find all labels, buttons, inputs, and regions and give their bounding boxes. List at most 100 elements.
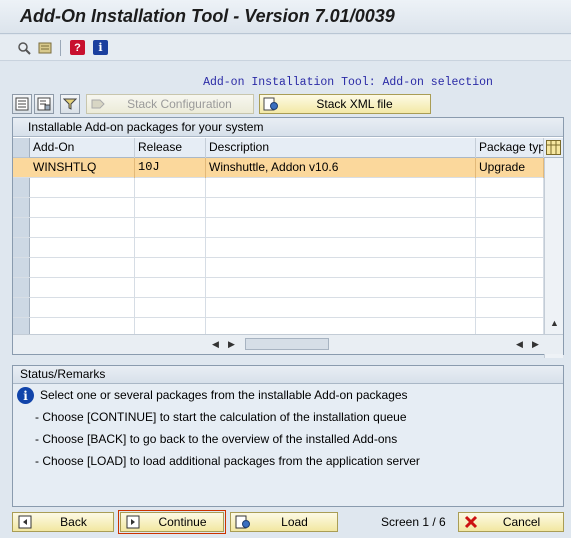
cancel-icon [462,513,480,531]
table-row[interactable] [13,258,544,278]
table-row[interactable] [13,298,544,318]
scroll-left-end-icon[interactable]: ◀ [516,339,523,350]
column-settings-icon[interactable] [546,140,561,155]
status-line-3: - Choose [BACK] to go back to the overvi… [35,432,398,446]
load-label: Load [281,515,308,529]
cancel-label: Cancel [502,515,541,529]
column-header-release[interactable]: Release [135,138,206,158]
stack-configuration-label: Stack Configuration [127,97,232,111]
stack-xml-file-button[interactable]: Stack XML file [259,94,431,114]
status-remarks-panel: Status/Remarks i Select one or several p… [12,365,564,507]
table-cell-package-type [476,178,544,198]
scroll-up-icon[interactable]: ▲ [550,318,559,328]
table-row[interactable] [13,238,544,258]
table-cell-description [206,258,476,278]
stack-xml-file-icon [263,97,278,111]
back-icon [16,513,34,531]
table-cell-addon [30,238,135,258]
vertical-scrollbar[interactable]: ▲ ▼ [544,158,563,358]
title-bar: Add-On Installation Tool - Version 7.01/… [0,0,571,34]
stack-xml-file-label: Stack XML file [316,97,393,111]
table-cell-addon [30,198,135,218]
continue-label: Continue [158,515,207,529]
back-label: Back [60,515,87,529]
table-cell-description [206,198,476,218]
action-bar: Back Continue Load Screen 1 / 6 Cancel [12,510,564,534]
addon-packages-table: Installable Add-on packages for your sys… [12,117,564,358]
scroll-left-icon[interactable]: ◀ [212,339,219,350]
table-row[interactable]: WINSHTLQ 10J Winshuttle, Addon v10.6 Upgrad… [13,158,544,178]
page-heading: Add-on Installation Tool: Add-on selecti… [203,76,493,89]
table-cell-addon [30,298,135,318]
scroll-right-end-icon[interactable]: ▶ [532,339,539,350]
table-cell-description [206,238,476,258]
table-cell-release [135,218,206,238]
table-cell-description [206,218,476,238]
toolbar: ? i [0,35,571,61]
table-cell-package-type [476,198,544,218]
table-cell-description [206,278,476,298]
table-grid: Add-On Release Description Package type … [13,138,563,358]
column-header-addon[interactable]: Add-On [30,138,135,158]
filter-icon [63,98,77,110]
scroll-right-icon[interactable]: ▶ [228,339,235,350]
table-row[interactable] [13,218,544,238]
table-cell-release [135,238,206,258]
info-icon: i [17,387,34,404]
table-cell-package-type [476,238,544,258]
continue-icon [124,513,142,531]
select-all-button[interactable] [12,94,32,114]
column-header-package-type[interactable]: Package type [476,138,544,158]
main-content: Add-on Installation Tool: Add-on selecti… [0,62,571,538]
table-toolbar: Stack Configuration Stack XML file [12,94,452,116]
table-cell-addon: WINSHTLQ [30,158,135,178]
settings-icon[interactable] [38,40,53,55]
column-header-description[interactable]: Description [206,138,476,158]
table-cell-release [135,258,206,278]
horizontal-scrollbar-area: ◀ ▶ ◀ ▶ [13,334,563,354]
table-row[interactable] [13,198,544,218]
table-cell-addon [30,218,135,238]
table-cell-package-type [476,298,544,318]
status-line-2: - Choose [CONTINUE] to start the calcula… [35,410,407,424]
horizontal-scroll-thumb[interactable] [245,338,329,350]
status-caption: Status/Remarks [13,366,563,384]
deselect-all-button[interactable] [34,94,54,114]
load-button[interactable]: Load [230,512,338,532]
back-button[interactable]: Back [12,512,114,532]
table-header: Add-On Release Description Package type [13,138,563,158]
table-cell-package-type [476,258,544,278]
table-cell-release: 10J [135,158,206,178]
status-line-4: - Choose [LOAD] to load additional packa… [35,454,420,468]
table-cell-package-type [476,218,544,238]
table-cell-release [135,298,206,318]
screen-indicator: Screen 1 / 6 [381,515,446,529]
help-icon[interactable]: ? [70,40,85,55]
table-cell-release [135,198,206,218]
table-cell-release [135,278,206,298]
table-cell-description [206,298,476,318]
table-cell-description [206,178,476,198]
window-title: Add-On Installation Tool - Version 7.01/… [20,6,395,26]
stack-configuration-button[interactable]: Stack Configuration [86,94,254,114]
table-caption: Installable Add-on packages for your sys… [13,118,563,137]
info-icon[interactable]: i [93,40,108,55]
table-row[interactable] [13,178,544,198]
continue-button[interactable]: Continue [118,510,226,534]
cancel-button[interactable]: Cancel [458,512,564,532]
table-cell-description: Winshuttle, Addon v10.6 [206,158,476,178]
stack-configuration-icon [91,99,105,109]
filter-button[interactable] [60,94,80,114]
select-all-icon [15,97,29,111]
table-cell-package-type: Upgrade [476,158,544,178]
deselect-all-icon [37,97,51,111]
status-line-1: Select one or several packages from the … [40,388,408,402]
table-cell-release [135,178,206,198]
table-cell-package-type [476,278,544,298]
table-row[interactable] [13,278,544,298]
select-all-rows-header[interactable] [13,138,30,158]
load-icon [234,513,252,531]
search-icon[interactable] [16,40,31,55]
table-cell-addon [30,178,135,198]
table-cell-addon [30,258,135,278]
